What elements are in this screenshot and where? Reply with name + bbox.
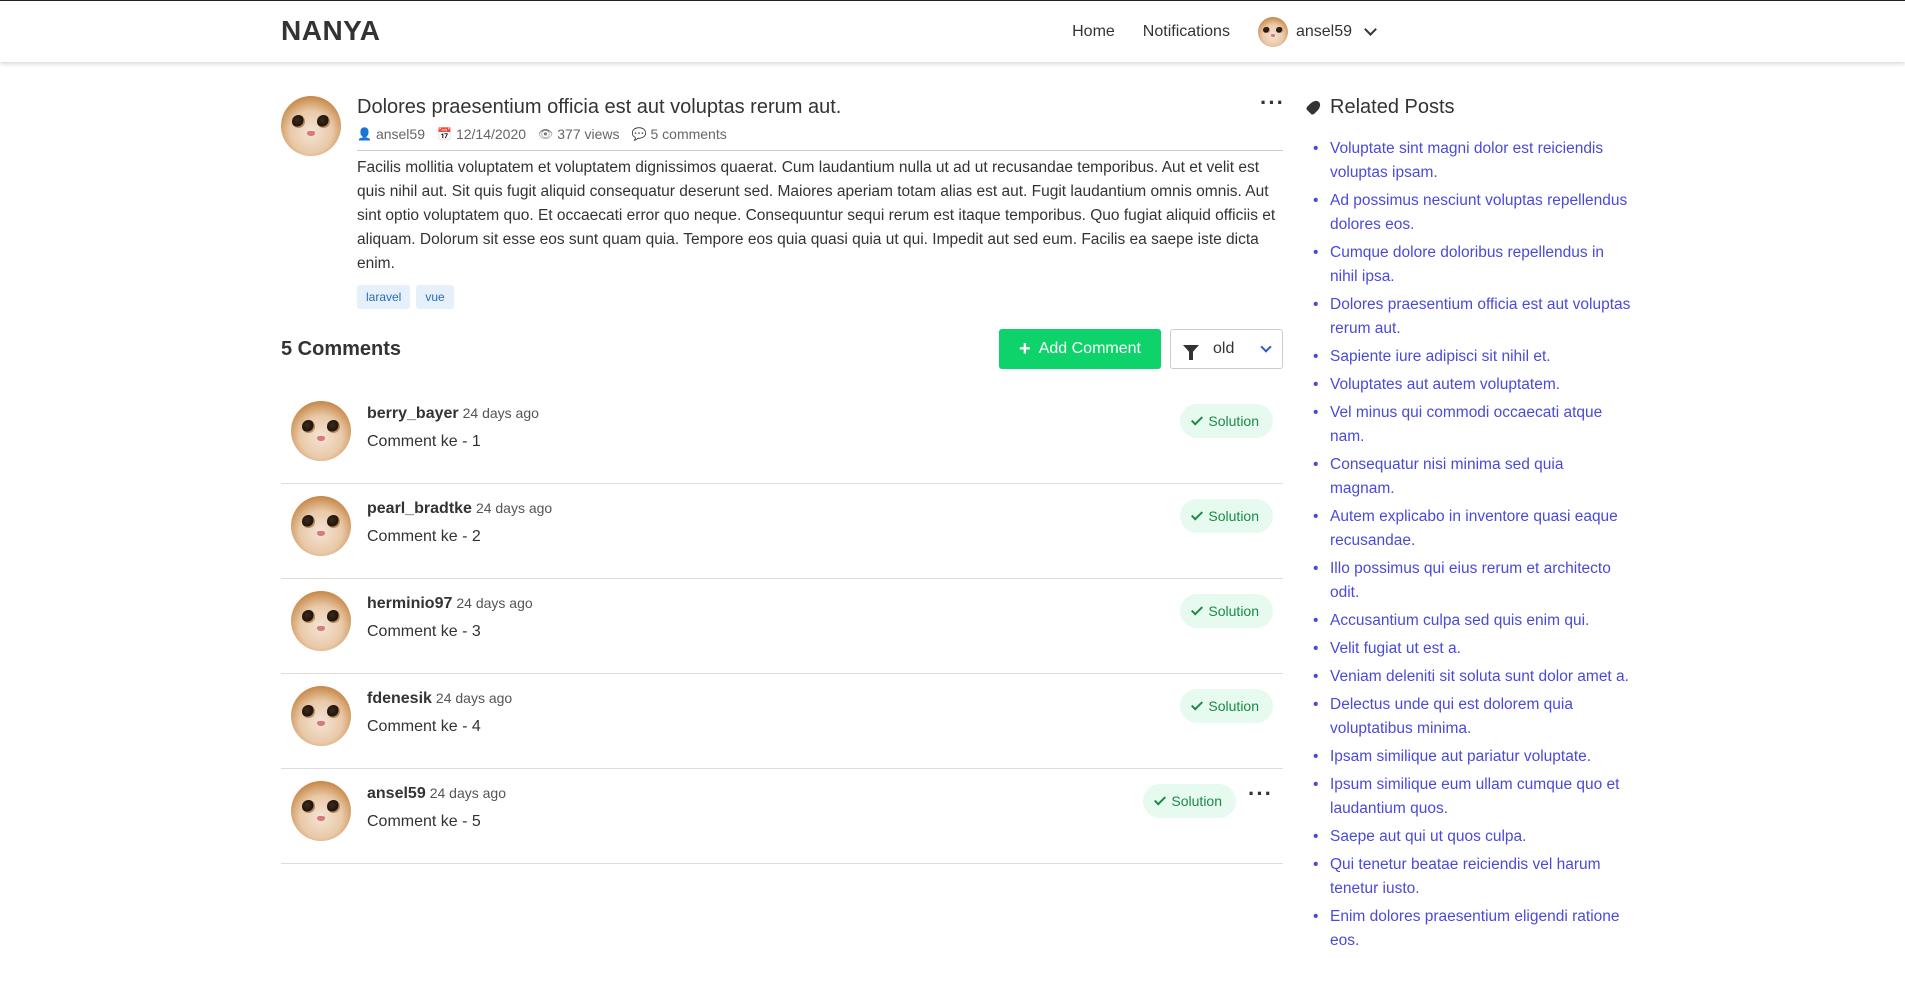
commenter-name[interactable]: fdenesik (367, 690, 432, 707)
related-post-link[interactable]: Delectus unde qui est dolorem quia volup… (1311, 693, 1631, 741)
related-post-link[interactable]: Cumque dolore doloribus repellendus in n… (1311, 241, 1631, 289)
add-comment-button[interactable]: + Add Comment (999, 329, 1161, 369)
comment-sort-select[interactable]: old (1170, 329, 1283, 369)
commenter-avatar (291, 781, 351, 841)
commenter-avatar (291, 496, 351, 556)
commenter-name[interactable]: herminio97 (367, 595, 452, 612)
user-icon: 👤 (357, 127, 372, 141)
comment-time: 24 days ago (462, 405, 539, 421)
comment-row: ansel59 24 days ago Comment ke - 5 Soluti… (281, 769, 1283, 864)
user-avatar (1257, 17, 1288, 47)
solution-button[interactable]: Solution (1180, 594, 1273, 628)
related-post-link[interactable]: Ipsum similique eum ullam cumque quo et … (1311, 773, 1631, 821)
post-meta: 👤 ansel59 📅 12/14/2020 👁 377 views 💬 5 comme… (357, 126, 1283, 151)
related-post-link[interactable]: Saepe aut qui ut quos culpa. (1311, 825, 1631, 849)
comment-text: Comment ke - 1 (367, 433, 481, 450)
related-post-link[interactable]: Sapiente iure adipisci sit nihil et. (1311, 345, 1631, 369)
eye-icon: 👁 (538, 127, 554, 141)
tag-vue[interactable]: vue (416, 285, 454, 309)
post-tags: laravel vue (357, 285, 454, 309)
related-post-link[interactable]: Consequatur nisi minima sed quia magnam. (1311, 453, 1631, 501)
calendar-icon: 📅 (437, 127, 452, 141)
comment-more-options-icon[interactable]: ··· (1248, 783, 1273, 805)
plus-icon: + (1019, 338, 1031, 360)
solution-button[interactable]: Solution (1180, 404, 1273, 438)
check-icon (1191, 412, 1204, 426)
comment-row: fdenesik 24 days ago Comment ke - 4 Solut… (281, 674, 1283, 769)
brand-logo[interactable]: NANYA (281, 15, 381, 47)
chevron-down-icon (1260, 340, 1272, 353)
related-post-link[interactable]: Velit fugiat ut est a. (1311, 637, 1631, 661)
solution-button[interactable]: Solution (1180, 499, 1273, 533)
related-post-link[interactable]: Ipsam similique aut pariatur voluptate. (1311, 745, 1631, 769)
related-post-link[interactable]: Dolores praesentium officia est aut volu… (1311, 293, 1631, 341)
top-navbar: NANYA Home Notifications ansel59 (0, 0, 1905, 62)
sort-value: old (1213, 340, 1235, 357)
commenter-avatar (291, 686, 351, 746)
related-post-link[interactable]: Qui tenetur beatae reiciendis vel harum … (1311, 853, 1631, 901)
nav-home-link[interactable]: Home (1072, 23, 1115, 41)
check-icon (1154, 792, 1167, 806)
check-icon (1191, 507, 1204, 521)
comments-icon: 💬 (631, 127, 647, 141)
comment-row: herminio97 24 days ago Comment ke - 3 Sol… (281, 579, 1283, 674)
post-date: 📅 12/14/2020 (437, 126, 527, 142)
post-views: 👁 377 views (538, 126, 620, 142)
post-title: Dolores praesentium officia est aut volu… (357, 96, 842, 118)
user-menu[interactable]: ansel59 (1257, 17, 1377, 47)
post-author-avatar (281, 96, 341, 156)
related-post-link[interactable]: Ad possimus nesciunt voluptas repellendu… (1311, 189, 1631, 237)
related-post-link[interactable]: Vel minus qui commodi occaecati atque na… (1311, 401, 1631, 449)
comment-row: pearl_bradtke 24 days ago Comment ke - 2 … (281, 484, 1283, 579)
comment-time: 24 days ago (435, 690, 513, 706)
comment-text: Comment ke - 4 (367, 718, 481, 735)
post-more-options-icon[interactable]: ··· (1260, 92, 1285, 114)
related-post-link[interactable]: Enim dolores praesentium eligendi ration… (1311, 905, 1631, 953)
related-post-link[interactable]: Veniam deleniti sit soluta sunt dolor am… (1311, 665, 1631, 689)
check-icon (1191, 697, 1204, 711)
filter-icon (1183, 344, 1199, 360)
solution-button[interactable]: Solution (1180, 689, 1273, 723)
comment-text: Comment ke - 5 (367, 813, 481, 830)
post-body: Facilis mollitia voluptatem et voluptate… (357, 159, 1276, 272)
related-post-link[interactable]: Autem explicabo in inventore quasi eaque… (1311, 505, 1631, 553)
related-post-link[interactable]: Illo possimus qui eius rerum et architec… (1311, 557, 1631, 605)
commenter-name[interactable]: pearl_bradtke (367, 500, 472, 517)
related-posts-list: Voluptate sint magni dolor est reiciendi… (1311, 137, 1631, 957)
chevron-down-icon (1364, 23, 1377, 36)
commenter-name[interactable]: ansel59 (367, 785, 426, 802)
related-posts-title: Related Posts (1306, 96, 1455, 119)
comment-time: 24 days ago (456, 595, 533, 611)
nav-links: Home Notifications ansel59 (1072, 1, 1377, 63)
related-post-link[interactable]: Voluptate sint magni dolor est reiciendi… (1311, 137, 1631, 185)
comment-time: 24 days ago (475, 500, 553, 516)
check-icon (1191, 602, 1204, 616)
commenter-avatar (291, 401, 351, 461)
tag-laravel[interactable]: laravel (357, 285, 411, 309)
comment-time: 24 days ago (429, 785, 507, 801)
comment-text: Comment ke - 3 (367, 623, 481, 640)
solution-button[interactable]: Solution (1143, 784, 1236, 818)
comment-text: Comment ke - 2 (367, 528, 481, 545)
rocket-icon (1306, 100, 1322, 116)
related-post-link[interactable]: Voluptates aut autem voluptatem. (1311, 373, 1631, 397)
comments-title: 5 Comments (281, 338, 402, 360)
commenter-name[interactable]: berry_bayer (367, 405, 459, 422)
commenter-avatar (291, 591, 351, 651)
comment-row: berry_bayer 24 days ago Comment ke - 1 So… (281, 389, 1283, 484)
related-post-link[interactable]: Accusantium culpa sed quis enim qui. (1311, 609, 1631, 633)
post-author: 👤 ansel59 (357, 126, 425, 142)
nav-notifications-link[interactable]: Notifications (1143, 23, 1230, 41)
post-comments-count: 💬 5 comments (631, 126, 727, 142)
user-name: ansel59 (1295, 23, 1352, 40)
